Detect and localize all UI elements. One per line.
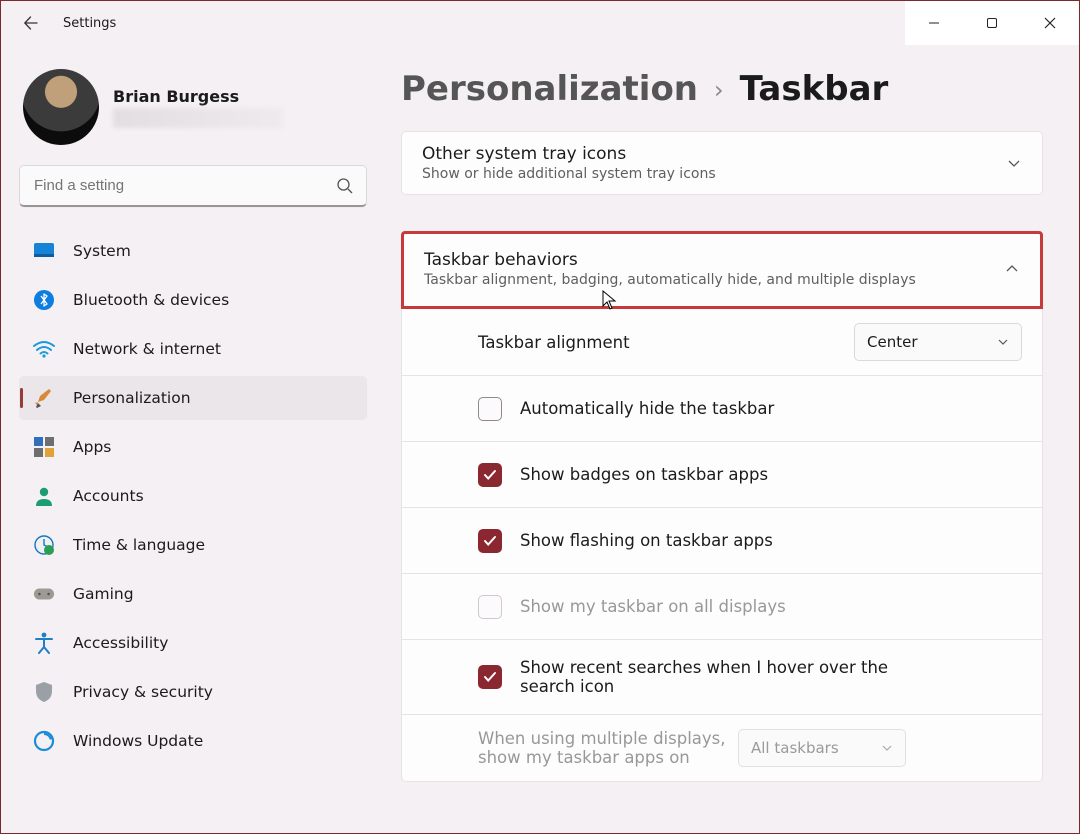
close-button[interactable] bbox=[1021, 1, 1079, 45]
sidebar-item-personalization[interactable]: Personalization bbox=[19, 376, 367, 420]
maximize-button[interactable] bbox=[963, 1, 1021, 45]
page-title: Taskbar bbox=[740, 69, 889, 109]
option-label: Show badges on taskbar apps bbox=[520, 465, 1022, 484]
nav-label: Bluetooth & devices bbox=[73, 291, 229, 309]
profile-section[interactable]: Brian Burgess bbox=[19, 63, 367, 161]
dropdown-value: Center bbox=[867, 333, 918, 351]
row-all-displays: Show my taskbar on all displays bbox=[402, 573, 1042, 639]
chevron-down-icon bbox=[1006, 155, 1022, 171]
paintbrush-icon bbox=[33, 387, 55, 409]
nav-label: Gaming bbox=[73, 585, 134, 603]
person-icon bbox=[33, 485, 55, 507]
clock-globe-icon bbox=[33, 534, 55, 556]
nav-label: Apps bbox=[73, 438, 111, 456]
row-show-flashing[interactable]: Show flashing on taskbar apps bbox=[402, 507, 1042, 573]
dropdown-value: All taskbars bbox=[751, 739, 839, 757]
sidebar: Brian Burgess System Bluetooth & devices… bbox=[1, 45, 381, 833]
sidebar-item-apps[interactable]: Apps bbox=[19, 425, 367, 469]
sidebar-item-accounts[interactable]: Accounts bbox=[19, 474, 367, 518]
nav-label: Windows Update bbox=[73, 732, 203, 750]
panel-subtitle: Taskbar alignment, badging, automaticall… bbox=[424, 272, 1004, 288]
display-icon bbox=[33, 240, 55, 262]
apps-icon bbox=[33, 436, 55, 458]
checkmark-icon bbox=[483, 534, 497, 548]
row-multi-display-apps: When using multiple displays, show my ta… bbox=[402, 714, 1042, 781]
profile-name: Brian Burgess bbox=[113, 87, 283, 106]
nav-label: Privacy & security bbox=[73, 683, 213, 701]
window-title: Settings bbox=[63, 16, 116, 31]
wifi-icon bbox=[33, 338, 55, 360]
panel-title: Taskbar behaviors bbox=[424, 250, 1004, 270]
row-recent-searches[interactable]: Show recent searches when I hover over t… bbox=[402, 639, 1042, 714]
row-taskbar-alignment: Taskbar alignment Center bbox=[402, 309, 1042, 375]
bluetooth-icon bbox=[33, 289, 55, 311]
sidebar-item-accessibility[interactable]: Accessibility bbox=[19, 621, 367, 665]
close-icon bbox=[1044, 17, 1056, 29]
row-auto-hide[interactable]: Automatically hide the taskbar bbox=[402, 375, 1042, 441]
nav-label: Accounts bbox=[73, 487, 144, 505]
sidebar-item-system[interactable]: System bbox=[19, 229, 367, 273]
search-box[interactable] bbox=[19, 165, 367, 207]
option-label: Automatically hide the taskbar bbox=[520, 399, 1022, 418]
panel-taskbar-behaviors[interactable]: Taskbar behaviors Taskbar alignment, bad… bbox=[401, 231, 1043, 309]
shield-icon bbox=[33, 681, 55, 703]
titlebar: Settings bbox=[1, 1, 1079, 45]
sidebar-item-bluetooth[interactable]: Bluetooth & devices bbox=[19, 278, 367, 322]
update-icon bbox=[33, 730, 55, 752]
option-label: Show my taskbar on all displays bbox=[520, 597, 1022, 616]
minimize-button[interactable] bbox=[905, 1, 963, 45]
panel-other-tray-icons[interactable]: Other system tray icons Show or hide add… bbox=[401, 131, 1043, 195]
sidebar-item-privacy[interactable]: Privacy & security bbox=[19, 670, 367, 714]
nav-label: Accessibility bbox=[73, 634, 168, 652]
checkbox-flashing[interactable] bbox=[478, 529, 502, 553]
multi-display-dropdown: All taskbars bbox=[738, 729, 906, 767]
arrow-left-icon bbox=[23, 15, 39, 31]
minimize-icon bbox=[928, 17, 940, 29]
checkbox-alldisplays bbox=[478, 595, 502, 619]
nav-label: Network & internet bbox=[73, 340, 221, 358]
content-area: Personalization › Taskbar Other system t… bbox=[381, 45, 1079, 833]
checkbox-recent[interactable] bbox=[478, 665, 502, 689]
chevron-down-icon bbox=[881, 742, 893, 754]
taskbar-alignment-dropdown[interactable]: Center bbox=[854, 323, 1022, 361]
chevron-down-icon bbox=[997, 336, 1009, 348]
breadcrumb: Personalization › Taskbar bbox=[401, 69, 1043, 109]
sidebar-item-network[interactable]: Network & internet bbox=[19, 327, 367, 371]
panel-subtitle: Show or hide additional system tray icon… bbox=[422, 166, 1006, 182]
taskbar-behaviors-options: Taskbar alignment Center Automatically h… bbox=[401, 309, 1043, 782]
nav-label: System bbox=[73, 242, 131, 260]
gamepad-icon bbox=[33, 583, 55, 605]
checkbox-autohide[interactable] bbox=[478, 397, 502, 421]
maximize-icon bbox=[986, 17, 998, 29]
nav-list: System Bluetooth & devices Network & int… bbox=[19, 229, 367, 763]
option-label: Show recent searches when I hover over t… bbox=[520, 658, 940, 696]
search-icon bbox=[336, 177, 354, 195]
back-button[interactable] bbox=[7, 1, 55, 45]
sidebar-item-gaming[interactable]: Gaming bbox=[19, 572, 367, 616]
avatar bbox=[23, 69, 99, 145]
profile-email-blurred bbox=[113, 108, 283, 128]
search-input[interactable] bbox=[32, 176, 336, 195]
breadcrumb-parent[interactable]: Personalization bbox=[401, 69, 698, 109]
option-label: Taskbar alignment bbox=[478, 333, 854, 352]
nav-label: Personalization bbox=[73, 389, 191, 407]
option-label: When using multiple displays, show my ta… bbox=[478, 729, 738, 767]
panel-title: Other system tray icons bbox=[422, 144, 1006, 164]
accessibility-icon bbox=[33, 632, 55, 654]
row-show-badges[interactable]: Show badges on taskbar apps bbox=[402, 441, 1042, 507]
checkbox-badges[interactable] bbox=[478, 463, 502, 487]
nav-label: Time & language bbox=[73, 536, 205, 554]
cursor-icon bbox=[602, 290, 618, 310]
checkmark-icon bbox=[483, 468, 497, 482]
chevron-right-icon: › bbox=[714, 76, 724, 104]
checkmark-icon bbox=[483, 670, 497, 684]
option-label: Show flashing on taskbar apps bbox=[520, 531, 1022, 550]
window-controls bbox=[905, 1, 1079, 45]
sidebar-item-update[interactable]: Windows Update bbox=[19, 719, 367, 763]
chevron-up-icon bbox=[1004, 261, 1020, 277]
sidebar-item-time[interactable]: Time & language bbox=[19, 523, 367, 567]
